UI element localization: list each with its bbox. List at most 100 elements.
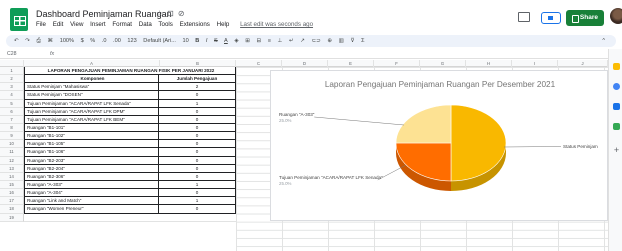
merge-cells-icon[interactable]: ⊟ bbox=[256, 38, 261, 44]
component-cell[interactable]: Ruangan "B1-101" bbox=[24, 123, 159, 133]
count-cell[interactable]: 0 bbox=[159, 132, 236, 141]
header-komponen[interactable]: Komponen bbox=[24, 75, 159, 84]
percent-button[interactable]: % bbox=[90, 38, 95, 44]
count-cell[interactable]: 1 bbox=[159, 197, 236, 206]
folder-icon[interactable]: ⊡ bbox=[167, 9, 178, 18]
header-jumlah[interactable]: Jumlah Pengajuan bbox=[159, 75, 236, 84]
rotate-icon[interactable]: ↗ bbox=[300, 38, 305, 44]
link-icon[interactable]: ⊂⊃ bbox=[311, 38, 320, 44]
print-icon[interactable]: ⎙ bbox=[37, 38, 41, 44]
row-number[interactable]: 12 bbox=[0, 156, 24, 165]
component-cell[interactable]: Ruangan "A-303" bbox=[24, 180, 159, 190]
component-cell[interactable]: Tujuan Peminjaman "ACARA/RAPAT LFK BEM" bbox=[24, 115, 159, 124]
component-cell[interactable]: Ruangan "B2-203" bbox=[24, 156, 159, 165]
paint-format-icon[interactable]: ⌘ bbox=[48, 38, 54, 44]
row-number[interactable]: 9 bbox=[0, 132, 24, 141]
count-cell[interactable]: 0 bbox=[159, 189, 236, 198]
count-cell[interactable]: 0 bbox=[159, 156, 236, 165]
collapse-toolbar-icon[interactable]: ^ bbox=[602, 35, 605, 47]
row-number[interactable]: 6 bbox=[0, 107, 24, 116]
menu-format[interactable]: Format bbox=[112, 21, 132, 28]
count-cell[interactable]: 0 bbox=[159, 148, 236, 157]
column-header-i[interactable]: I bbox=[512, 60, 558, 67]
zoom-select[interactable]: 100% bbox=[60, 38, 74, 44]
component-cell[interactable]: Tujuan Peminjaman "ACARA/RAPAT LFK Senad… bbox=[24, 99, 159, 108]
column-header-b[interactable]: B bbox=[160, 60, 236, 67]
row-number[interactable]: 4 bbox=[0, 91, 24, 100]
column-header-a[interactable]: A bbox=[24, 60, 160, 67]
row-number[interactable]: 13 bbox=[0, 164, 24, 173]
menu-edit[interactable]: Edit bbox=[53, 21, 64, 28]
column-header-h[interactable]: H bbox=[466, 60, 512, 67]
font-select[interactable]: Default (Ari... bbox=[143, 38, 176, 44]
document-title[interactable]: Dashboard Peminjaman Ruangan bbox=[36, 9, 172, 19]
count-cell[interactable]: 2 bbox=[159, 83, 236, 92]
menu-file[interactable]: File bbox=[36, 21, 46, 28]
row-number[interactable]: 3 bbox=[0, 83, 24, 92]
comment-history-icon[interactable] bbox=[518, 12, 530, 22]
count-cell[interactable]: 0 bbox=[159, 164, 236, 173]
row-number[interactable]: 1 bbox=[0, 67, 24, 76]
row-number[interactable]: 11 bbox=[0, 148, 24, 157]
menu-tools[interactable]: Tools bbox=[158, 21, 172, 28]
tasks-icon[interactable] bbox=[613, 83, 620, 90]
contacts-icon[interactable] bbox=[613, 103, 620, 110]
component-cell[interactable]: Ruangan "A-304" bbox=[24, 189, 159, 198]
row-number[interactable]: 18 bbox=[0, 205, 24, 214]
row-number[interactable]: 19 bbox=[0, 213, 24, 222]
component-cell[interactable]: Status Peminjam "Mahasiswa" bbox=[24, 83, 159, 92]
row-number[interactable]: 8 bbox=[0, 123, 24, 133]
column-header-j[interactable]: J bbox=[558, 60, 608, 67]
row-number[interactable]: 16 bbox=[0, 189, 24, 198]
component-cell[interactable]: Tujuan Peminjaman "ACARA/RAPAT LFK DPM" bbox=[24, 107, 159, 116]
functions-icon[interactable]: Σ bbox=[361, 38, 364, 44]
count-cell[interactable]: 0 bbox=[159, 205, 236, 214]
menu-view[interactable]: View bbox=[70, 21, 83, 28]
filter-icon[interactable]: ⊽ bbox=[351, 38, 355, 44]
select-all-corner[interactable] bbox=[0, 60, 24, 67]
text-color-icon[interactable]: A bbox=[224, 38, 228, 44]
column-header-d[interactable]: D bbox=[282, 60, 328, 67]
column-header-c[interactable]: C bbox=[236, 60, 282, 67]
cloud-icon[interactable]: ⊘ bbox=[178, 9, 189, 18]
row-number[interactable]: 7 bbox=[0, 115, 24, 124]
empty-cell[interactable] bbox=[159, 214, 236, 222]
decrease-decimal-button[interactable]: .0 bbox=[102, 38, 107, 44]
menu-data[interactable]: Data bbox=[139, 21, 152, 28]
count-cell[interactable]: 1 bbox=[159, 180, 236, 190]
undo-icon[interactable]: ↶ bbox=[14, 38, 19, 44]
count-cell[interactable]: 0 bbox=[159, 107, 236, 116]
count-cell[interactable]: 1 bbox=[159, 99, 236, 108]
menu-extensions[interactable]: Extensions bbox=[180, 21, 210, 28]
increase-decimal-button[interactable]: .00 bbox=[113, 38, 121, 44]
column-header-e[interactable]: E bbox=[328, 60, 374, 67]
last-edit-link[interactable]: Last edit was seconds ago bbox=[240, 21, 313, 28]
fill-color-icon[interactable]: ◈ bbox=[234, 38, 238, 44]
number-format-button[interactable]: 123 bbox=[127, 38, 136, 44]
strikethrough-icon[interactable]: S bbox=[214, 38, 218, 44]
component-cell[interactable]: Ruangan "B1-105" bbox=[24, 140, 159, 149]
count-cell[interactable]: 0 bbox=[159, 172, 236, 181]
chart-icon[interactable]: ▥ bbox=[339, 38, 344, 44]
component-cell[interactable]: Status Peminjam "DOSEN" bbox=[24, 91, 159, 100]
wrap-icon[interactable]: ↵ bbox=[289, 38, 294, 44]
bold-icon[interactable]: B bbox=[195, 38, 199, 44]
row-number[interactable]: 10 bbox=[0, 140, 24, 149]
row-number[interactable]: 5 bbox=[0, 99, 24, 108]
menu-help[interactable]: Help bbox=[217, 21, 230, 28]
row-number[interactable]: 17 bbox=[0, 197, 24, 206]
table-title[interactable]: LAPORAN PENGAJUAN PEMINJAMAN RUANGAN FIS… bbox=[24, 67, 236, 76]
row-number[interactable]: 2 bbox=[0, 75, 24, 84]
component-cell[interactable]: Ruangan "Women Preneur" bbox=[24, 205, 159, 214]
font-size-select[interactable]: 10 bbox=[183, 38, 189, 44]
star-icon[interactable]: ☆ bbox=[156, 9, 167, 18]
comment-icon[interactable]: ⊕ bbox=[327, 38, 332, 44]
count-cell[interactable]: 0 bbox=[159, 91, 236, 100]
sheets-logo-icon[interactable] bbox=[10, 8, 28, 31]
count-cell[interactable]: 0 bbox=[159, 123, 236, 133]
redo-icon[interactable]: ↷ bbox=[25, 38, 30, 44]
menu-insert[interactable]: Insert bbox=[90, 21, 105, 28]
borders-icon[interactable]: ⊞ bbox=[245, 38, 250, 44]
valign-icon[interactable]: ⊥ bbox=[278, 38, 283, 44]
share-button[interactable]: Share bbox=[566, 10, 604, 26]
